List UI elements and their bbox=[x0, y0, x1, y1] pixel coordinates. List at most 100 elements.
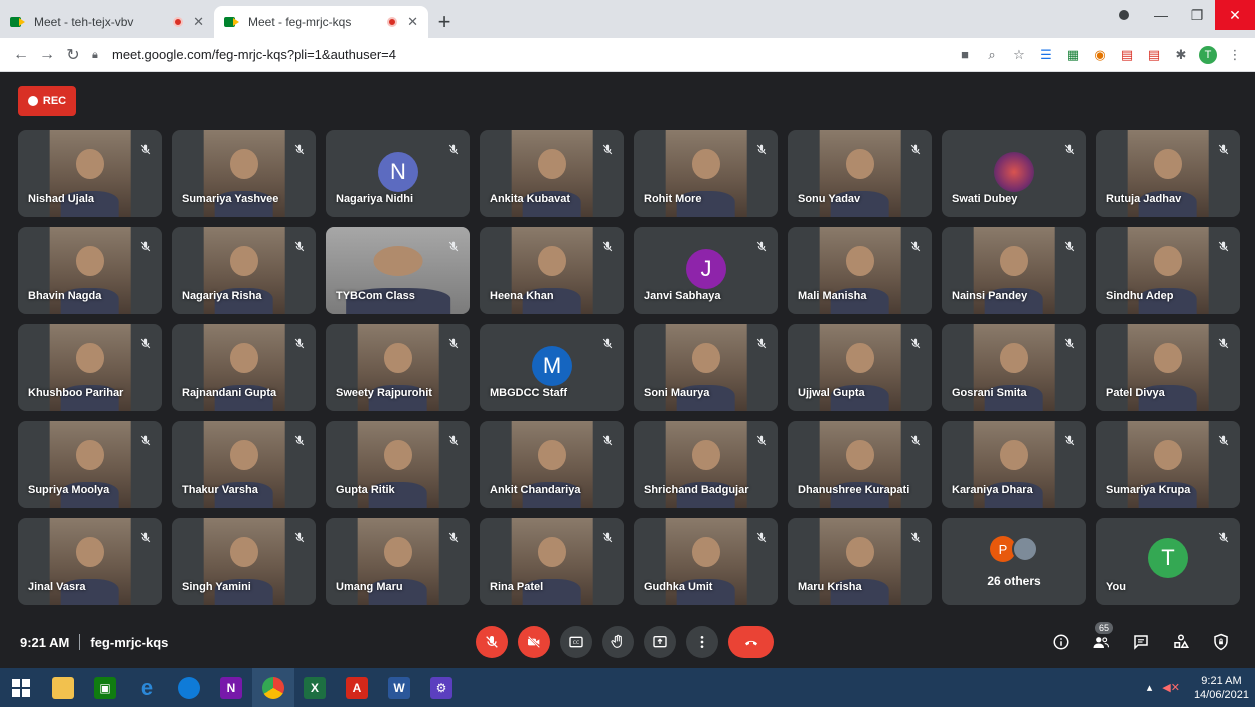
profile-indicator-icon[interactable] bbox=[1119, 10, 1129, 20]
participant-tile[interactable]: Rajnandani Gupta bbox=[172, 324, 316, 411]
tray-chevron-up-icon[interactable]: ▴ bbox=[1147, 681, 1153, 694]
participant-tile[interactable]: Sindhu Adep bbox=[1096, 227, 1240, 314]
mic-muted-icon bbox=[1216, 530, 1230, 544]
participant-tile[interactable]: Nishad Ujala bbox=[18, 130, 162, 217]
tab-meet-feg-mrjc-kqs[interactable]: Meet - feg-mrjc-kqs ✕ bbox=[214, 6, 428, 38]
participant-tile[interactable]: Maru Krisha bbox=[788, 518, 932, 605]
participant-tile[interactable]: Swati Dubey bbox=[942, 130, 1086, 217]
meeting-toolbar: 9:21 AM feg-mrjc-kqs CC 65 bbox=[0, 616, 1255, 668]
recording-button[interactable]: REC bbox=[18, 86, 76, 116]
others-tile[interactable]: P 26 others bbox=[942, 518, 1086, 605]
side-panel-controls: 65 bbox=[1037, 622, 1237, 658]
participant-tile[interactable]: Mali Manisha bbox=[788, 227, 932, 314]
restore-icon[interactable]: ❐ bbox=[1179, 0, 1215, 30]
participant-tile[interactable]: M MBGDCC Staff bbox=[480, 324, 624, 411]
extension-list-icon[interactable]: ☰ bbox=[1034, 43, 1058, 67]
participant-name: Jinal Vasra bbox=[28, 581, 86, 593]
url-field[interactable]: 🔒︎ meet.google.com/feg-mrjc-kqs?pli=1&au… bbox=[86, 42, 950, 68]
participant-tile[interactable]: Sonu Yadav bbox=[788, 130, 932, 217]
taskbar-settings[interactable]: ⚙ bbox=[420, 668, 462, 707]
activities-button[interactable] bbox=[1165, 626, 1197, 658]
reload-icon[interactable]: ↻ bbox=[60, 42, 86, 68]
participant-tile[interactable]: Thakur Varsha bbox=[172, 421, 316, 508]
participant-tile[interactable]: Ankita Kubavat bbox=[480, 130, 624, 217]
participant-tile[interactable]: Soni Maurya bbox=[634, 324, 778, 411]
participant-tile[interactable]: Supriya Moolya bbox=[18, 421, 162, 508]
participant-tile[interactable]: Dhanushree Kurapati bbox=[788, 421, 932, 508]
people-button[interactable]: 65 bbox=[1085, 622, 1117, 658]
participant-tile[interactable]: Shrichand Badgujar bbox=[634, 421, 778, 508]
host-controls-button[interactable] bbox=[1205, 626, 1237, 658]
minimize-icon[interactable]: — bbox=[1143, 0, 1179, 30]
participant-tile[interactable]: Nagariya Risha bbox=[172, 227, 316, 314]
volume-muted-icon[interactable]: ◀✕ bbox=[1162, 681, 1180, 694]
participant-tile[interactable]: Ujjwal Gupta bbox=[788, 324, 932, 411]
present-screen-button[interactable] bbox=[644, 626, 676, 658]
meeting-code[interactable]: feg-mrjc-kqs bbox=[90, 635, 168, 650]
zoom-icon[interactable]: ⌕ bbox=[980, 43, 1004, 67]
taskbar-clock[interactable]: 9:21 AM 14/06/2021 bbox=[1194, 674, 1249, 702]
participant-tile[interactable]: Umang Maru bbox=[326, 518, 470, 605]
captions-button[interactable]: CC bbox=[560, 626, 592, 658]
more-options-button[interactable] bbox=[686, 626, 718, 658]
camera-off-button[interactable] bbox=[518, 626, 550, 658]
participant-tile[interactable]: TYBCom Class bbox=[326, 227, 470, 314]
taskbar-word[interactable]: W bbox=[378, 668, 420, 707]
participant-tile[interactable]: Rina Patel bbox=[480, 518, 624, 605]
participant-tile[interactable]: Ankit Chandariya bbox=[480, 421, 624, 508]
taskbar-edge[interactable] bbox=[168, 668, 210, 707]
self-tile[interactable]: T You bbox=[1096, 518, 1240, 605]
participant-tile[interactable]: Patel Divya bbox=[1096, 324, 1240, 411]
microphone-off-button[interactable] bbox=[476, 626, 508, 658]
extension-circle-icon[interactable]: ◉ bbox=[1088, 43, 1112, 67]
participant-tile[interactable]: N Nagariya Nidhi bbox=[326, 130, 470, 217]
participant-tile[interactable]: Gudhka Umit bbox=[634, 518, 778, 605]
back-arrow-icon[interactable]: ← bbox=[8, 42, 34, 68]
taskbar-file-explorer[interactable] bbox=[42, 668, 84, 707]
participant-tile[interactable]: Bhavin Nagda bbox=[18, 227, 162, 314]
participant-tile[interactable]: Jinal Vasra bbox=[18, 518, 162, 605]
participant-tile[interactable]: Gosrani Smita bbox=[942, 324, 1086, 411]
participant-tile[interactable]: Singh Yamini bbox=[172, 518, 316, 605]
participant-tile[interactable]: Rohit More bbox=[634, 130, 778, 217]
taskbar-store[interactable]: ▣ bbox=[84, 668, 126, 707]
leave-call-button[interactable] bbox=[728, 626, 774, 658]
taskbar-internet-explorer[interactable]: e bbox=[126, 668, 168, 707]
taskbar-onenote[interactable]: N bbox=[210, 668, 252, 707]
participant-name: Mali Manisha bbox=[798, 290, 867, 302]
mic-muted-icon bbox=[600, 142, 614, 156]
extension-red-2-icon[interactable]: ▤ bbox=[1142, 43, 1166, 67]
tab-meet-teh-tejx-vbv[interactable]: Meet - teh-tejx-vbv ✕ bbox=[0, 6, 214, 38]
participant-tile[interactable]: Khushboo Parihar bbox=[18, 324, 162, 411]
participant-tile[interactable]: Rutuja Jadhav bbox=[1096, 130, 1240, 217]
taskbar-chrome[interactable] bbox=[252, 668, 294, 707]
meeting-details-button[interactable] bbox=[1045, 626, 1077, 658]
extension-grid-icon[interactable]: ▦ bbox=[1061, 43, 1085, 67]
close-window-icon[interactable]: ✕ bbox=[1215, 0, 1255, 30]
participant-tile[interactable]: Karaniya Dhara bbox=[942, 421, 1086, 508]
participant-tile[interactable]: Sumariya Yashvee bbox=[172, 130, 316, 217]
participant-tile[interactable]: Sumariya Krupa bbox=[1096, 421, 1240, 508]
chat-button[interactable] bbox=[1125, 626, 1157, 658]
profile-avatar[interactable]: T bbox=[1196, 43, 1220, 67]
start-button[interactable] bbox=[0, 668, 42, 707]
camera-icon[interactable]: ■ bbox=[953, 43, 977, 67]
participant-tile[interactable]: J Janvi Sabhaya bbox=[634, 227, 778, 314]
extension-red-icon[interactable]: ▤ bbox=[1115, 43, 1139, 67]
close-tab-icon[interactable]: ✕ bbox=[193, 14, 204, 30]
bookmark-star-icon[interactable]: ☆ bbox=[1007, 43, 1031, 67]
participant-tile[interactable]: Sweety Rajpurohit bbox=[326, 324, 470, 411]
participant-tile[interactable]: Heena Khan bbox=[480, 227, 624, 314]
menu-kebab-icon[interactable]: ⋮ bbox=[1223, 43, 1247, 67]
participant-tile[interactable]: Gupta Ritik bbox=[326, 421, 470, 508]
participant-name: Gosrani Smita bbox=[952, 387, 1027, 399]
raise-hand-button[interactable] bbox=[602, 626, 634, 658]
taskbar-excel[interactable]: X bbox=[294, 668, 336, 707]
new-tab-button[interactable]: + bbox=[428, 6, 460, 38]
close-tab-icon[interactable]: ✕ bbox=[407, 14, 418, 30]
mic-muted-icon bbox=[292, 142, 306, 156]
taskbar-acrobat[interactable]: A bbox=[336, 668, 378, 707]
forward-arrow-icon[interactable]: → bbox=[34, 42, 60, 68]
participant-tile[interactable]: Nainsi Pandey bbox=[942, 227, 1086, 314]
extensions-puzzle-icon[interactable]: ✱ bbox=[1169, 43, 1193, 67]
